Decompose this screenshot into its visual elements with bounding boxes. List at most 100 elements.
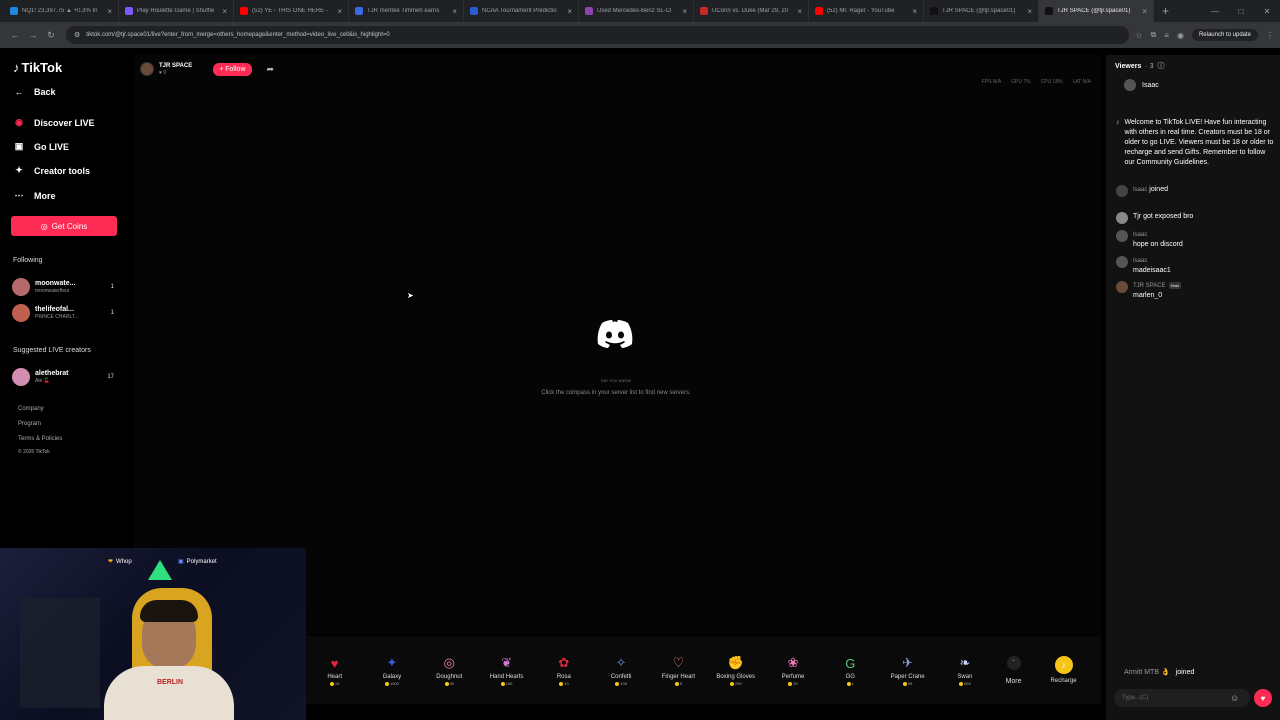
tab-favicon-icon <box>815 7 823 15</box>
browser-tabbar: NQ1! 23,397.75 ▲ +0.3% In × Play Roulette … <box>0 0 1280 22</box>
tab-close-icon[interactable]: × <box>1027 7 1032 16</box>
host-name[interactable]: TJR SPACE <box>159 63 192 70</box>
nav-discover-live[interactable]: ◉ Discover LIVE <box>13 117 94 128</box>
tab-close-icon[interactable]: × <box>337 7 342 16</box>
tab-title: TJR mentee Timmeh earns <box>367 8 440 14</box>
following-item[interactable]: thelifeofal... PRINCE CHARLT... 1 <box>12 302 122 324</box>
gift-name: Perfume <box>781 674 805 680</box>
coin-icon <box>674 681 679 686</box>
minimize-icon[interactable]: — <box>1202 0 1228 22</box>
footer-terms-link[interactable]: Terms & Policies <box>18 436 62 442</box>
gift-icon: ♥ <box>330 655 339 671</box>
maximize-icon[interactable]: □ <box>1228 0 1254 22</box>
tab-title: (52) YE - THIS ONE HERE - <box>252 8 328 14</box>
join-username[interactable]: Armitt MTB 👌 <box>1124 668 1170 676</box>
relaunch-button[interactable]: Relaunch to update <box>1191 29 1258 41</box>
gift-item[interactable]: G GG 1 <box>822 654 879 687</box>
chat-username[interactable]: Isaac <box>1133 187 1147 193</box>
forward-arrow-icon[interactable]: → <box>24 30 42 40</box>
url-field[interactable]: ⚙ tiktok.com/@tjr.space01/live?enter_fro… <box>66 26 1130 44</box>
tab-close-icon[interactable]: × <box>452 7 457 16</box>
menu-icon[interactable]: ⋮ <box>1266 31 1274 40</box>
gift-icon: ♡ <box>672 655 685 670</box>
gift-send-icon[interactable]: ♥ <box>1254 689 1272 707</box>
tab-close-icon[interactable]: × <box>567 7 572 16</box>
bookmark-star-icon[interactable]: ☆ <box>1135 31 1142 40</box>
media-icon[interactable]: ≡ <box>1164 31 1169 40</box>
host-avatar[interactable] <box>140 62 154 76</box>
footer-program-link[interactable]: Program <box>18 421 41 427</box>
viewers-header[interactable]: Viewers · 3 ⓘ <box>1115 61 1165 71</box>
viewer-name: Isaac <box>1142 81 1159 89</box>
gift-item[interactable]: ❧ Swan 699 <box>936 654 993 686</box>
gift-icon: ◎ <box>443 655 455 670</box>
gift-item[interactable]: ❦ Hand Hearts 100 <box>478 654 535 686</box>
chat-message: Isaac joined <box>1116 185 1276 197</box>
browser-tab[interactable]: (52) YE - THIS ONE HERE - × <box>234 0 349 22</box>
avatar <box>1116 281 1128 293</box>
browser-tab[interactable]: TJR SPACE (@tjr.space01) × <box>1039 0 1154 22</box>
browser-tab[interactable]: TJR mentee Timmeh earns × <box>349 0 464 22</box>
tab-close-icon[interactable]: × <box>222 7 227 16</box>
more-gifts-button[interactable]: ⌃ More <box>994 655 1034 685</box>
avatar <box>1116 212 1128 224</box>
gift-icon: ✈ <box>902 655 914 670</box>
chat-username[interactable]: Isaac <box>1133 230 1183 240</box>
nav-more[interactable]: ⋯ More <box>13 190 56 201</box>
tab-favicon-icon <box>240 7 248 15</box>
footer-company-link[interactable]: Company <box>18 406 44 412</box>
browser-tab[interactable]: Used Mercedes-Benz SL-Cl × <box>579 0 694 22</box>
tab-favicon-icon <box>470 7 478 15</box>
browser-tab[interactable]: UConn vs. Duke (Mar 29, 20 × <box>694 0 809 22</box>
gift-item[interactable]: ◎ Doughnut 30 <box>421 654 478 686</box>
reload-icon[interactable]: ↻ <box>42 30 60 41</box>
chat-username[interactable]: Isaac <box>1133 256 1171 266</box>
browser-tab[interactable]: (52) Mr. Rager - YouTube × <box>809 0 924 22</box>
url-text: tiktok.com/@tjr.space01/live?enter_from_… <box>86 32 390 38</box>
emoji-icon[interactable]: ☺ <box>1230 693 1239 703</box>
following-item[interactable]: moonwate... moonwaterfleur 1 <box>12 276 122 298</box>
info-icon[interactable]: ⓘ <box>1158 61 1165 71</box>
nav-creator-tools[interactable]: ✦ Creator tools <box>13 165 90 176</box>
profile-icon[interactable]: ◉ <box>1177 31 1184 40</box>
gift-item[interactable]: ✦ Galaxy 1000 <box>363 654 420 686</box>
get-coins-button[interactable]: ◎ Get Coins <box>11 216 117 236</box>
sponsor-polymarket: ▣ Polymarket <box>178 558 217 566</box>
tab-title: Used Mercedes-Benz SL-Cl <box>597 8 672 14</box>
gift-item[interactable]: ❀ Perfume 20 <box>764 654 821 686</box>
close-window-icon[interactable]: ✕ <box>1254 0 1280 22</box>
suggested-item[interactable]: alethebrat Ale 🍒 17 <box>12 366 122 388</box>
gift-item[interactable]: ✿ Rosa 10 <box>535 654 592 686</box>
tiktok-logo[interactable]: ♪ TikTok <box>13 60 62 75</box>
new-tab-icon[interactable]: + <box>1162 4 1169 18</box>
gift-name: Swan <box>957 674 973 680</box>
follow-button[interactable]: + Follow <box>213 62 252 76</box>
site-info-icon[interactable]: ⚙ <box>74 31 80 39</box>
gift-item[interactable]: ✊ Boxing Gloves 299 <box>707 654 764 686</box>
tiktok-note-icon: ♪ <box>13 60 20 75</box>
back-arrow-icon[interactable]: ← <box>6 30 24 40</box>
tab-close-icon[interactable]: × <box>1142 7 1147 16</box>
viewer-item[interactable]: Isaac <box>1124 79 1159 91</box>
tab-close-icon[interactable]: × <box>912 7 917 16</box>
gift-item[interactable]: ✧ Confetti 100 <box>592 654 649 686</box>
gift-item[interactable]: ✈ Paper Crane 99 <box>879 654 936 686</box>
coin-icon <box>788 681 793 686</box>
nav-go-live[interactable]: ▣ Go LIVE <box>13 141 69 152</box>
recharge-button[interactable]: ♪ Recharge <box>1034 656 1094 684</box>
browser-tab[interactable]: NQ1! 23,397.75 ▲ +0.3% In × <box>4 0 119 22</box>
browser-tab[interactable]: NCAA Tournament Predictio × <box>464 0 579 22</box>
extensions-icon[interactable]: ⧉ <box>1151 30 1157 40</box>
browser-tab[interactable]: Play Roulette Game | Shuffle × <box>119 0 234 22</box>
chat-username[interactable]: TJR SPACE <box>1133 283 1166 289</box>
tab-close-icon[interactable]: × <box>797 7 802 16</box>
gift-cost: 10 <box>329 681 339 686</box>
back-link[interactable]: ← Back <box>13 87 56 97</box>
share-icon[interactable]: ➦ <box>267 64 275 75</box>
tab-close-icon[interactable]: × <box>107 7 112 16</box>
viewer-count: 1 <box>110 284 114 290</box>
browser-tab[interactable]: TJR SPACE (@tjr.space01) × <box>924 0 1039 22</box>
gift-item[interactable]: ♡ Finger Heart 5 <box>650 654 707 686</box>
gift-item[interactable]: ♥ Heart 10 <box>306 654 363 687</box>
tab-close-icon[interactable]: × <box>682 7 687 16</box>
